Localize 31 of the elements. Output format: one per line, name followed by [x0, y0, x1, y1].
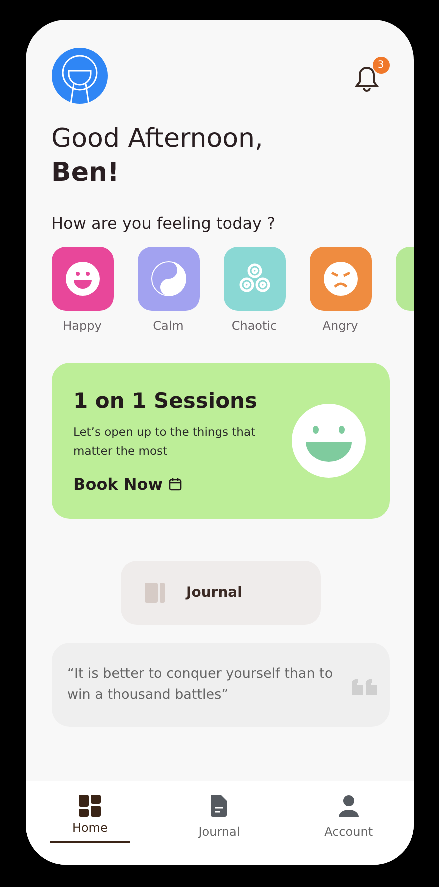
- calendar-icon: [169, 478, 182, 490]
- mood-label: Angry: [322, 319, 358, 333]
- card-description: Let’s open up to the things that matter the most: [74, 424, 257, 460]
- quote-text: “It is better to conquer yourself than to win a thousand battles”: [68, 665, 334, 705]
- mood-button[interactable]: [52, 247, 114, 311]
- nav-tab[interactable]: Account: [308, 795, 389, 847]
- document-icon: [211, 795, 228, 817]
- mood-label: Chaotic: [232, 319, 278, 333]
- mood-prompt: How are you feeling today ?: [52, 214, 277, 233]
- card-title: 1 on 1 Sessions: [74, 388, 258, 412]
- nav-tab[interactable]: Journal: [179, 795, 260, 847]
- mood-button[interactable]: [224, 247, 286, 311]
- book-now-button[interactable]: Book Now: [74, 474, 182, 494]
- mood-label: Happy: [63, 319, 102, 333]
- user-name: Ben!: [52, 157, 120, 190]
- mood-button[interactable]: [138, 247, 200, 311]
- smiley-icon: [64, 261, 100, 297]
- mood-button[interactable]: [310, 247, 372, 311]
- mood-label: Calm: [153, 319, 184, 333]
- person-icon: [338, 795, 360, 817]
- angry-face-icon: [322, 261, 358, 297]
- yin-yang-icon: [150, 260, 188, 298]
- grid-icon: [79, 795, 102, 817]
- book-icon: [144, 583, 164, 603]
- notification-badge: 3: [372, 57, 390, 74]
- nav-tab[interactable]: Home: [50, 795, 130, 843]
- journal-button[interactable]: Journal: [120, 561, 320, 625]
- greeting-text: Good Afternoon,: [52, 123, 264, 156]
- avatar-icon[interactable]: [52, 48, 108, 104]
- smiley-icon: [292, 404, 366, 478]
- bell-icon[interactable]: [354, 65, 380, 93]
